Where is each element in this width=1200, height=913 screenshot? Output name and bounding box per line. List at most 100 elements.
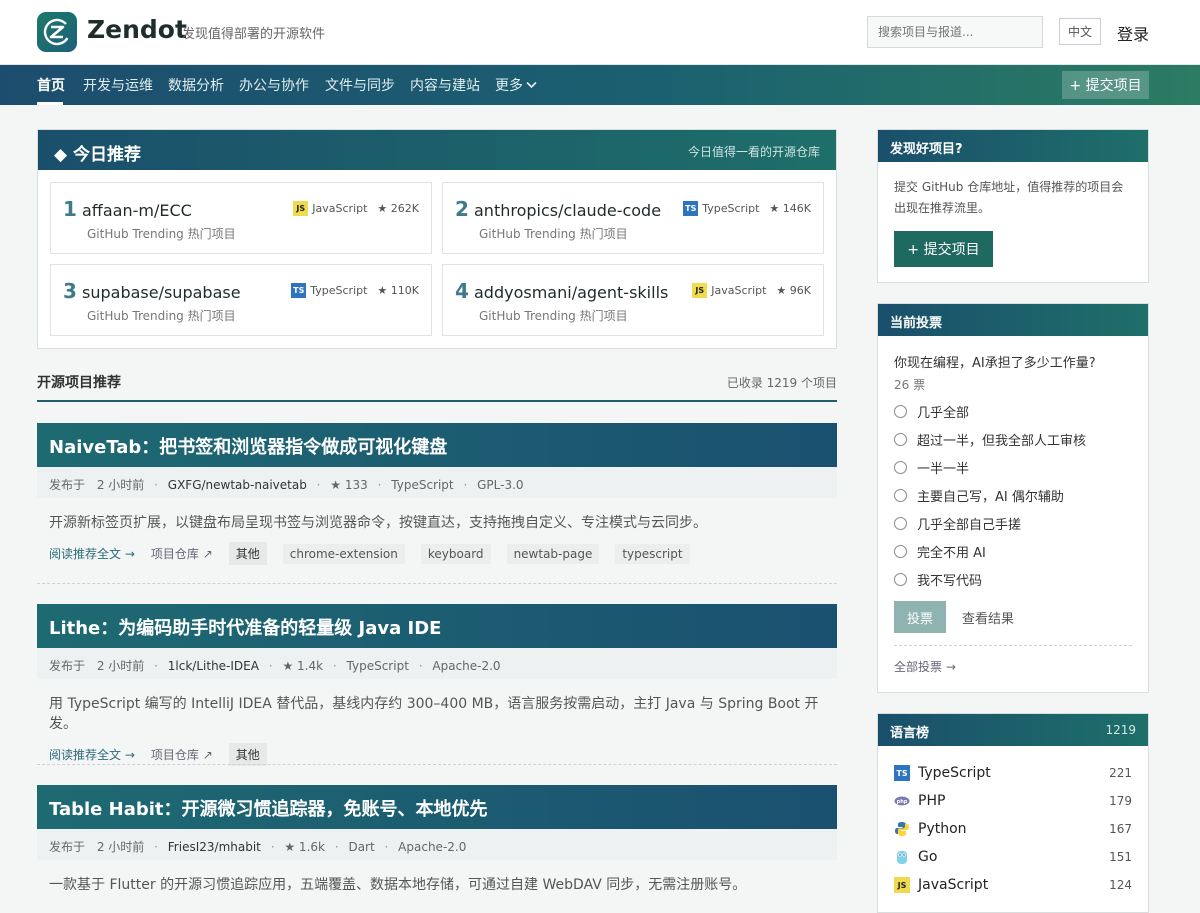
article-repo[interactable]: 1lck/Lithe-IDEA (168, 659, 259, 673)
article-meta: 发布于 2 小时前 · GXFG/newtab-naivetab · ★ 133… (37, 467, 837, 498)
radio-button[interactable] (894, 544, 907, 558)
meta-separator: · (377, 478, 382, 492)
language-row[interactable]: JS JavaScript 124 (878, 871, 1148, 899)
published-time: 2 小时前 (96, 840, 145, 854)
language-ranking-total: 1219 (1105, 723, 1136, 737)
card-language: JavaScript (312, 202, 368, 215)
poll-option-label: 几乎全部自己手搓 (917, 517, 1022, 533)
language-row[interactable]: php PHP 179 (878, 787, 1148, 815)
poll-option[interactable]: 几乎全部自己手搓 (878, 509, 1148, 537)
poll-option[interactable]: 几乎全部 (878, 397, 1148, 425)
meta-separator: · (154, 478, 158, 492)
card-stars: ★ 262K (377, 202, 419, 215)
radio-button[interactable] (894, 516, 907, 530)
nav-item-data-analysis[interactable]: 数据分析 (168, 75, 224, 95)
vote-button[interactable]: 投票 (894, 601, 946, 633)
card-repo-name[interactable]: addyosmani/agent-skills (474, 283, 668, 302)
article-repo[interactable]: GXFG/newtab-naivetab (168, 478, 307, 492)
language-count: 151 (1109, 850, 1132, 864)
topic-tag[interactable]: newtab-page (506, 543, 600, 564)
read-more-link[interactable]: 阅读推荐全文 → (49, 746, 135, 763)
php-icon: php (894, 793, 910, 809)
card-repo-name[interactable]: affaan-m/ECC (82, 201, 192, 220)
article-license: GPL-3.0 (477, 478, 524, 492)
svg-text:php: php (897, 799, 908, 805)
today-picks-header: ◆ 今日推荐 今日值得一看的开源仓库 (38, 130, 836, 170)
topic-tag[interactable]: keyboard (420, 543, 491, 564)
nav-item-home[interactable]: 首页 (37, 75, 65, 95)
card-stars: ★ 146K (769, 202, 811, 215)
card-meta: JS JavaScript ★ 262K (293, 201, 419, 216)
card-repo-name[interactable]: supabase/supabase (82, 283, 241, 302)
topic-tag[interactable]: chrome-extension (282, 543, 405, 564)
all-polls-link[interactable]: 全部投票 → (894, 660, 956, 674)
today-card[interactable]: 4 addyosmani/agent-skills GitHub Trendin… (442, 264, 824, 336)
active-nav-indicator (37, 102, 63, 105)
language-list: TS TypeScript 221 php PHP 179 Python 167… (878, 746, 1148, 899)
today-card[interactable]: 3 supabase/supabase GitHub Trending 热门项目… (50, 264, 432, 336)
card-language: TypeScript (310, 284, 368, 297)
poll-option-label: 几乎全部 (917, 405, 970, 421)
article-description: 开源新标签页扩展，以键盘布局呈现书签与浏览器命令，按键直达，支持拖拽自定义、专注… (49, 515, 707, 531)
card-rank: 4 (455, 279, 469, 303)
language-row[interactable]: Python 167 (878, 815, 1148, 843)
article-title[interactable]: NaiveTab：把书签和浏览器指令做成可视化键盘 (37, 423, 837, 467)
repo-link[interactable]: 项目仓库 ↗ (151, 746, 213, 763)
language-row[interactable]: Go 151 (878, 843, 1148, 871)
chevron-down-icon (526, 81, 537, 89)
published-time: 2 小时前 (96, 478, 145, 492)
published-label: 发布于 (49, 840, 86, 854)
zendot-logo-icon[interactable] (37, 12, 77, 52)
article-title[interactable]: Table Habit：开源微习惯追踪器，免账号、本地优先 (37, 785, 837, 829)
radio-button[interactable] (894, 488, 907, 502)
poll-option[interactable]: 我不写代码 (878, 565, 1148, 593)
nav-item-more[interactable]: 更多 (495, 75, 537, 95)
discover-text: 提交 GitHub 仓库地址，值得推荐的项目会出现在推荐流里。 (894, 180, 1124, 215)
nav-item-content-site[interactable]: 内容与建站 (410, 75, 480, 95)
typescript-icon: TS (291, 283, 307, 298)
poll-option[interactable]: 一半一半 (878, 453, 1148, 481)
login-link[interactable]: 登录 (1117, 21, 1149, 45)
category-tag[interactable]: 其他 (228, 743, 267, 766)
today-card[interactable]: 1 affaan-m/ECC GitHub Trending 热门项目 JS J… (50, 182, 432, 254)
article-title[interactable]: Lithe：为编码助手时代准备的轻量级 Java IDE (37, 604, 837, 648)
nav-item-devops[interactable]: 开发与运维 (83, 75, 153, 95)
published-label: 发布于 (49, 659, 86, 673)
see-results-link[interactable]: 查看结果 (962, 608, 1014, 627)
radio-button[interactable] (894, 460, 907, 474)
language-name: TypeScript (918, 765, 991, 781)
category-tag[interactable]: 其他 (228, 542, 267, 565)
javascript-icon: JS (894, 877, 910, 893)
all-polls-row: 全部投票 → (894, 645, 1132, 675)
poll-option[interactable]: 超过一半，但我全部人工审核 (878, 425, 1148, 453)
language-switch-button[interactable]: 中文 (1059, 18, 1101, 45)
nav-item-file-sync[interactable]: 文件与同步 (325, 75, 395, 95)
section-divider (37, 400, 837, 402)
language-ranking-header: 语言榜 1219 (878, 714, 1148, 746)
card-source: GitHub Trending 热门项目 (87, 309, 236, 323)
radio-button[interactable] (894, 432, 907, 446)
brand-name[interactable]: Zendot (87, 15, 187, 44)
sidebar-submit-button[interactable]: + 提交项目 (894, 231, 993, 267)
submit-project-button[interactable]: + 提交项目 (1062, 71, 1149, 99)
poll-option[interactable]: 主要自己写，AI 偶尔辅助 (878, 481, 1148, 509)
nav-more-label: 更多 (495, 78, 523, 94)
nav-item-office[interactable]: 办公与协作 (239, 75, 309, 95)
radio-button[interactable] (894, 404, 907, 418)
search-input[interactable] (867, 16, 1043, 48)
today-card[interactable]: 2 anthropics/claude-code GitHub Trending… (442, 182, 824, 254)
article-description: 用 TypeScript 编写的 IntelliJ IDEA 替代品，基线内存约… (49, 696, 819, 732)
article-repo[interactable]: FriesI23/mhabit (168, 840, 261, 854)
poll-option-label: 完全不用 AI (917, 545, 986, 561)
meta-separator: · (332, 659, 337, 673)
poll-option[interactable]: 完全不用 AI (878, 537, 1148, 565)
card-repo-name[interactable]: anthropics/claude-code (474, 201, 661, 220)
read-more-link[interactable]: 阅读推荐全文 → (49, 545, 135, 562)
meta-separator: · (334, 840, 339, 854)
language-row[interactable]: TS TypeScript 221 (878, 759, 1148, 787)
repo-link[interactable]: 项目仓库 ↗ (151, 545, 213, 562)
topic-tag[interactable]: typescript (615, 543, 690, 564)
radio-button[interactable] (894, 572, 907, 586)
article-stars: ★ 1.6k (284, 840, 325, 854)
poll-option-label: 我不写代码 (917, 573, 983, 589)
